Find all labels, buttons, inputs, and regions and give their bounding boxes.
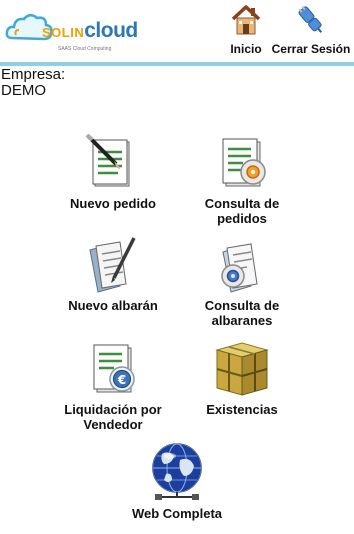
company-name: DEMO xyxy=(1,82,46,99)
logout-label: Cerrar Sesión xyxy=(271,42,351,56)
stock-box-icon xyxy=(215,342,269,396)
tile-new-order-label: Nuevo pedido xyxy=(70,196,156,211)
seller-settlement-icon: € xyxy=(93,344,135,393)
company-label: Empresa: xyxy=(1,66,66,83)
home-icon xyxy=(231,5,261,35)
tile-full-web-label: Web Completa xyxy=(131,506,223,521)
tile-delivery-note-query[interactable]: Consulta de albaranes xyxy=(167,236,317,328)
svg-text:€: € xyxy=(117,373,126,387)
tile-delivery-note-query-label: Consulta de albaranes xyxy=(204,298,280,328)
logout-button[interactable]: Cerrar Sesión xyxy=(270,4,352,56)
tile-stock[interactable]: Existencias xyxy=(167,340,317,417)
logo-text: SOLINcloud xyxy=(42,19,138,43)
power-plug-icon xyxy=(298,5,323,33)
logo-cloud-text: cloud xyxy=(84,19,138,42)
delivery-note-query-icon xyxy=(221,243,258,293)
tile-order-query-label: Consulta de pedidos xyxy=(204,196,280,226)
order-query-icon xyxy=(222,138,266,187)
tile-seller-settlement[interactable]: € Liquidación por Vendedor xyxy=(38,340,188,432)
globe-network-icon xyxy=(152,443,202,500)
tile-new-order[interactable]: Nuevo pedido xyxy=(38,134,188,211)
new-delivery-note-icon xyxy=(89,237,136,293)
new-order-icon xyxy=(85,134,130,187)
tile-new-delivery-note[interactable]: Nuevo albarán xyxy=(38,236,188,313)
app-header: SOLINcloud SAAS Cloud Computing Inicio C… xyxy=(0,0,354,62)
logo-solin-text: SOLIN xyxy=(42,25,85,40)
solin-cloud-logo[interactable]: SOLINcloud SAAS Cloud Computing xyxy=(4,8,138,52)
tile-stock-label: Existencias xyxy=(206,402,278,417)
inicio-button[interactable]: Inicio xyxy=(226,4,266,56)
company-info: Empresa: DEMO xyxy=(1,67,65,99)
tile-seller-settlement-label: Liquidación por Vendedor xyxy=(64,402,162,432)
tile-new-delivery-note-label: Nuevo albarán xyxy=(68,298,158,313)
inicio-label: Inicio xyxy=(230,42,262,56)
tile-order-query[interactable]: Consulta de pedidos xyxy=(167,134,317,226)
logo-tagline: SAAS Cloud Computing xyxy=(58,46,112,52)
tile-full-web[interactable]: Web Completa xyxy=(102,442,252,521)
